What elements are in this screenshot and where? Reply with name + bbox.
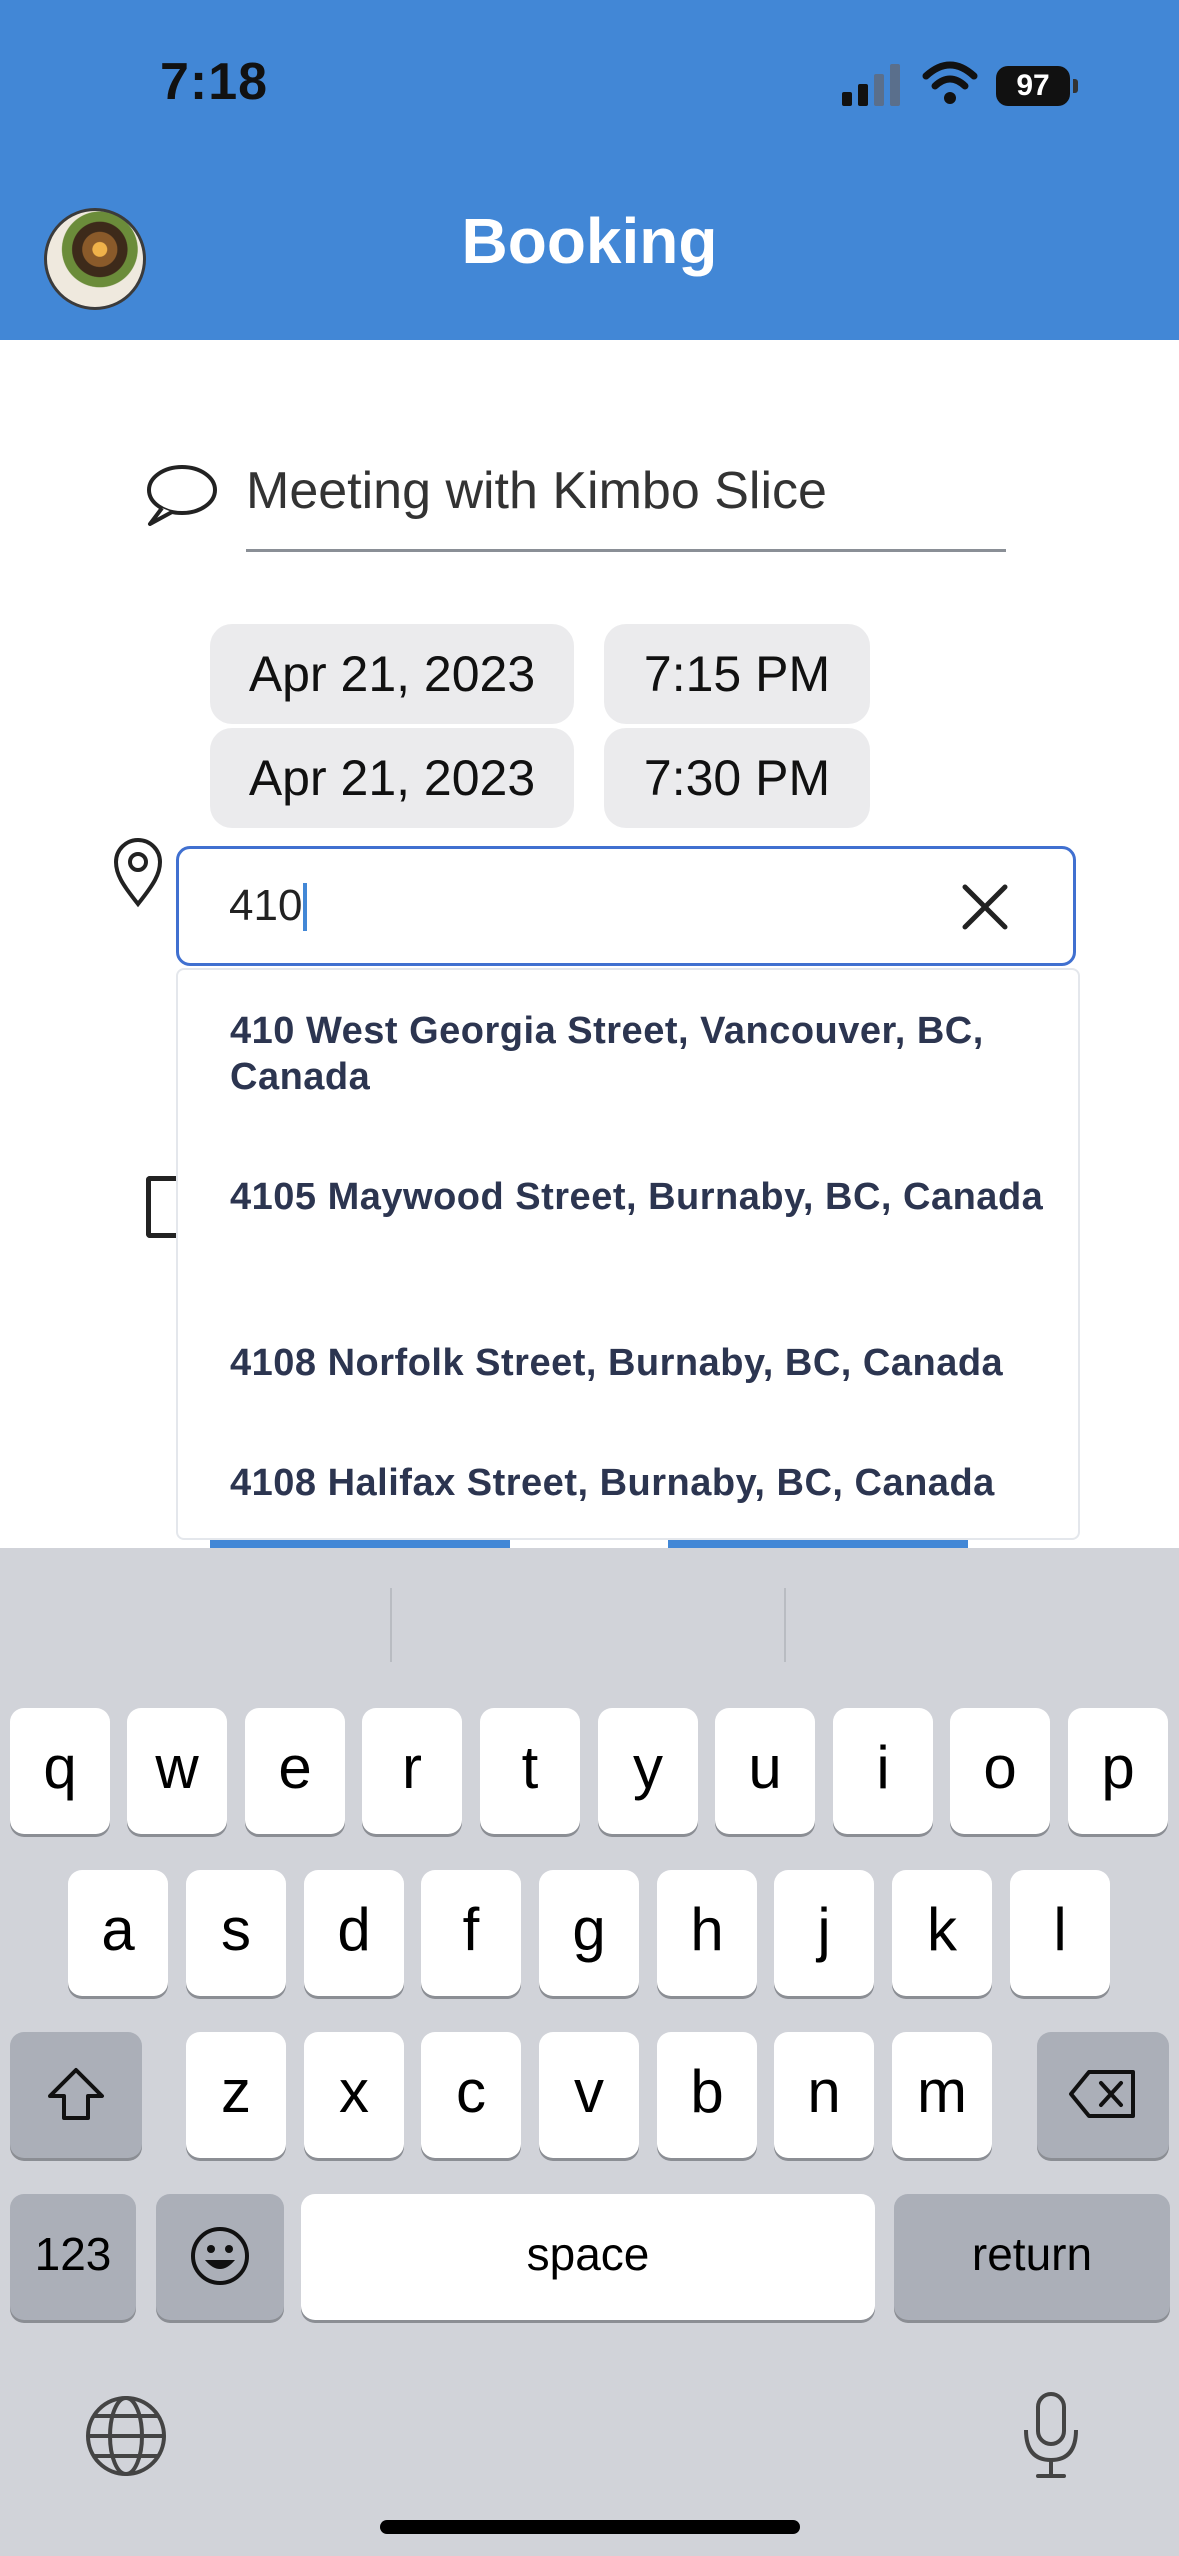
keyboard: q w e r t y u i o p a s d f g h j k l z …: [0, 1548, 1179, 2556]
start-time-picker[interactable]: 7:15 PM: [604, 624, 870, 724]
key-c[interactable]: c: [421, 2032, 521, 2158]
key-l[interactable]: l: [1010, 1870, 1110, 1996]
key-f[interactable]: f: [421, 1870, 521, 1996]
clear-icon[interactable]: [955, 877, 1015, 937]
shift-key[interactable]: [10, 2032, 142, 2158]
shift-icon: [48, 2068, 104, 2120]
status-time: 7:18: [160, 53, 269, 111]
suggestion-item[interactable]: 4108 Halifax Street, Burnaby, BC, Canada: [230, 1460, 1050, 1506]
key-q[interactable]: q: [10, 1708, 110, 1834]
meeting-title-input[interactable]: Meeting with Kimbo Slice: [246, 454, 1006, 552]
key-m[interactable]: m: [892, 2032, 992, 2158]
key-u[interactable]: u: [715, 1708, 815, 1834]
key-a[interactable]: a: [68, 1870, 168, 1996]
space-key[interactable]: space: [301, 2194, 875, 2320]
end-time-picker[interactable]: 7:30 PM: [604, 728, 870, 828]
key-n[interactable]: n: [774, 2032, 874, 2158]
suggestion-item[interactable]: 410 West Georgia Street, Vancouver, BC, …: [230, 1008, 1050, 1100]
home-indicator: [380, 2520, 800, 2534]
location-pin-icon: [113, 838, 163, 908]
key-e[interactable]: e: [245, 1708, 345, 1834]
location-input-value: 410: [229, 881, 303, 930]
address-suggestions: 410 West Georgia Street, Vancouver, BC, …: [176, 968, 1080, 1540]
battery-icon: 97: [996, 66, 1078, 106]
chat-bubble-icon: [147, 465, 217, 526]
key-y[interactable]: y: [598, 1708, 698, 1834]
emoji-key[interactable]: [156, 2194, 284, 2320]
location-search-input[interactable]: 410: [176, 846, 1076, 966]
key-v[interactable]: v: [539, 2032, 639, 2158]
text-cursor: [303, 883, 307, 931]
numbers-key[interactable]: 123: [10, 2194, 136, 2320]
key-x[interactable]: x: [304, 2032, 404, 2158]
key-g[interactable]: g: [539, 1870, 639, 1996]
backspace-icon: [1069, 2070, 1135, 2118]
key-k[interactable]: k: [892, 1870, 992, 1996]
key-b[interactable]: b: [657, 2032, 757, 2158]
key-z[interactable]: z: [186, 2032, 286, 2158]
app-header: 7:18 97 Booking: [0, 0, 1179, 340]
battery-level: 97: [996, 66, 1070, 106]
end-date-picker[interactable]: Apr 21, 2023: [210, 728, 574, 828]
page-title: Booking: [461, 205, 718, 277]
suggestion-divider: [784, 1588, 786, 1662]
key-t[interactable]: t: [480, 1708, 580, 1834]
key-d[interactable]: d: [304, 1870, 404, 1996]
emoji-icon: [191, 2227, 249, 2285]
suggestion-item[interactable]: 4105 Maywood Street, Burnaby, BC, Canada: [230, 1174, 1050, 1220]
microphone-icon[interactable]: [1020, 2390, 1082, 2480]
cellular-signal-icon: [842, 64, 900, 106]
key-h[interactable]: h: [657, 1870, 757, 1996]
key-w[interactable]: w: [127, 1708, 227, 1834]
booking-screen: 7:18 97 Booking Meeting with Kimbo Slice…: [0, 0, 1179, 2556]
globe-icon[interactable]: [84, 2394, 168, 2478]
key-o[interactable]: o: [950, 1708, 1050, 1834]
wifi-icon: [922, 61, 978, 104]
start-date-picker[interactable]: Apr 21, 2023: [210, 624, 574, 724]
delete-key[interactable]: [1037, 2032, 1169, 2158]
return-key[interactable]: return: [894, 2194, 1170, 2320]
suggestion-item[interactable]: 4108 Norfolk Street, Burnaby, BC, Canada: [230, 1340, 1050, 1386]
key-s[interactable]: s: [186, 1870, 286, 1996]
key-i[interactable]: i: [833, 1708, 933, 1834]
key-p[interactable]: p: [1068, 1708, 1168, 1834]
key-j[interactable]: j: [774, 1870, 874, 1996]
suggestion-divider: [390, 1588, 392, 1662]
key-r[interactable]: r: [362, 1708, 462, 1834]
